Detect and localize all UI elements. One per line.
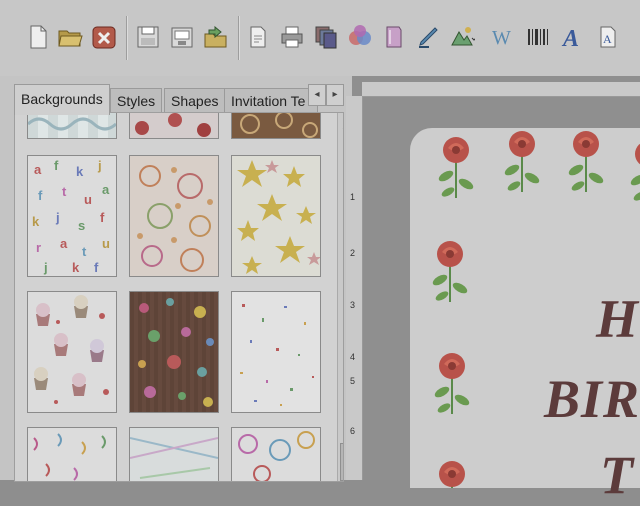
svg-text:a: a	[34, 162, 42, 177]
background-thumb-confetti[interactable]	[231, 291, 321, 413]
background-thumb-stars[interactable]	[231, 155, 321, 277]
svg-text:t: t	[62, 184, 67, 199]
text-icon[interactable]: A	[558, 22, 586, 52]
save-as-icon[interactable]	[168, 22, 196, 52]
tab-styles[interactable]: Styles	[110, 88, 163, 113]
svg-text:k: k	[32, 214, 40, 229]
svg-text:u: u	[84, 192, 92, 207]
ruler-number: 6	[350, 426, 356, 436]
page-setup-icon[interactable]	[244, 22, 272, 52]
greeting-line-2: BIR	[544, 369, 640, 429]
ruler-number: 2	[350, 248, 356, 258]
ruler-number: 3	[350, 300, 356, 310]
toolbar-separator	[238, 16, 240, 60]
ruler-number: 1	[350, 192, 356, 202]
tab-scroll-left-button[interactable]: ◂	[308, 84, 326, 106]
svg-text:f: f	[38, 188, 43, 203]
svg-text:a: a	[60, 236, 68, 251]
background-tool-icon[interactable]	[380, 22, 408, 52]
background-gallery: afkj ftua kjsf ratu jkf	[14, 112, 344, 482]
open-folder-icon[interactable]	[56, 22, 84, 52]
background-thumb-paisley[interactable]	[129, 155, 219, 277]
background-thumb-roses-red[interactable]	[129, 113, 219, 139]
scroll-up-arrow-icon[interactable]: ▲	[341, 121, 343, 131]
copies-icon[interactable]	[312, 22, 340, 52]
background-thumb-balloons[interactable]	[231, 427, 321, 481]
gallery-scrollbar[interactable]: ▲	[337, 113, 343, 481]
svg-text:a: a	[102, 182, 110, 197]
tab-invitation-text[interactable]: Invitation Te	[224, 88, 318, 113]
ruler-number: 5	[350, 376, 356, 386]
pen-icon[interactable]	[414, 22, 442, 52]
print-icon[interactable]	[278, 22, 306, 52]
background-thumb-brown-swirl[interactable]	[231, 113, 321, 139]
export-folder-icon[interactable]	[202, 22, 230, 52]
toolbar-separator	[126, 16, 128, 60]
close-icon[interactable]	[90, 22, 118, 52]
background-thumb-brown-dots[interactable]	[129, 291, 219, 413]
greeting-line-3: T	[600, 445, 634, 505]
tab-backgrounds[interactable]: Backgrounds	[14, 84, 110, 115]
svg-text:W: W	[492, 27, 511, 49]
svg-text:k: k	[72, 260, 80, 275]
svg-text:A: A	[603, 32, 612, 46]
svg-text:j: j	[97, 158, 102, 173]
ruler-number: 4	[350, 352, 356, 362]
tab-shapes[interactable]: Shapes	[164, 88, 226, 113]
background-thumb-letters[interactable]: afkj ftua kjsf ratu jkf	[27, 155, 117, 277]
svg-text:f: f	[54, 158, 59, 173]
scrollbar-thumb[interactable]	[340, 443, 343, 481]
svg-text:j: j	[43, 260, 48, 275]
card-page[interactable]: H BIR T	[410, 128, 640, 506]
svg-text:k: k	[76, 164, 84, 179]
wordart-icon[interactable]: W	[488, 22, 516, 52]
background-thumb-pastel-lines[interactable]	[129, 427, 219, 481]
svg-text:f: f	[94, 260, 99, 275]
svg-text:u: u	[102, 236, 110, 251]
background-thumb-wave[interactable]	[27, 113, 117, 139]
horizontal-ruler	[362, 82, 640, 97]
barcode-icon[interactable]	[524, 22, 552, 52]
svg-text:t: t	[82, 244, 87, 259]
color-circles-icon[interactable]	[346, 22, 374, 52]
svg-text:r: r	[36, 240, 41, 255]
greeting-line-1: H	[596, 289, 640, 349]
tab-scroll-right-button[interactable]: ▸	[326, 84, 344, 106]
background-thumb-streamers[interactable]	[27, 427, 117, 481]
toolbar: W A A	[0, 0, 640, 77]
image-icon[interactable]	[448, 22, 476, 52]
svg-text:A: A	[561, 26, 579, 50]
new-document-icon[interactable]	[24, 22, 52, 52]
save-icon[interactable]	[134, 22, 162, 52]
vertical-ruler: 1 2 3 4 5 6	[346, 96, 363, 480]
svg-text:j: j	[55, 210, 60, 225]
text-box-icon[interactable]: A	[594, 22, 622, 52]
svg-text:s: s	[78, 218, 85, 233]
background-thumb-cupcakes[interactable]	[27, 291, 117, 413]
svg-text:f: f	[100, 210, 105, 225]
